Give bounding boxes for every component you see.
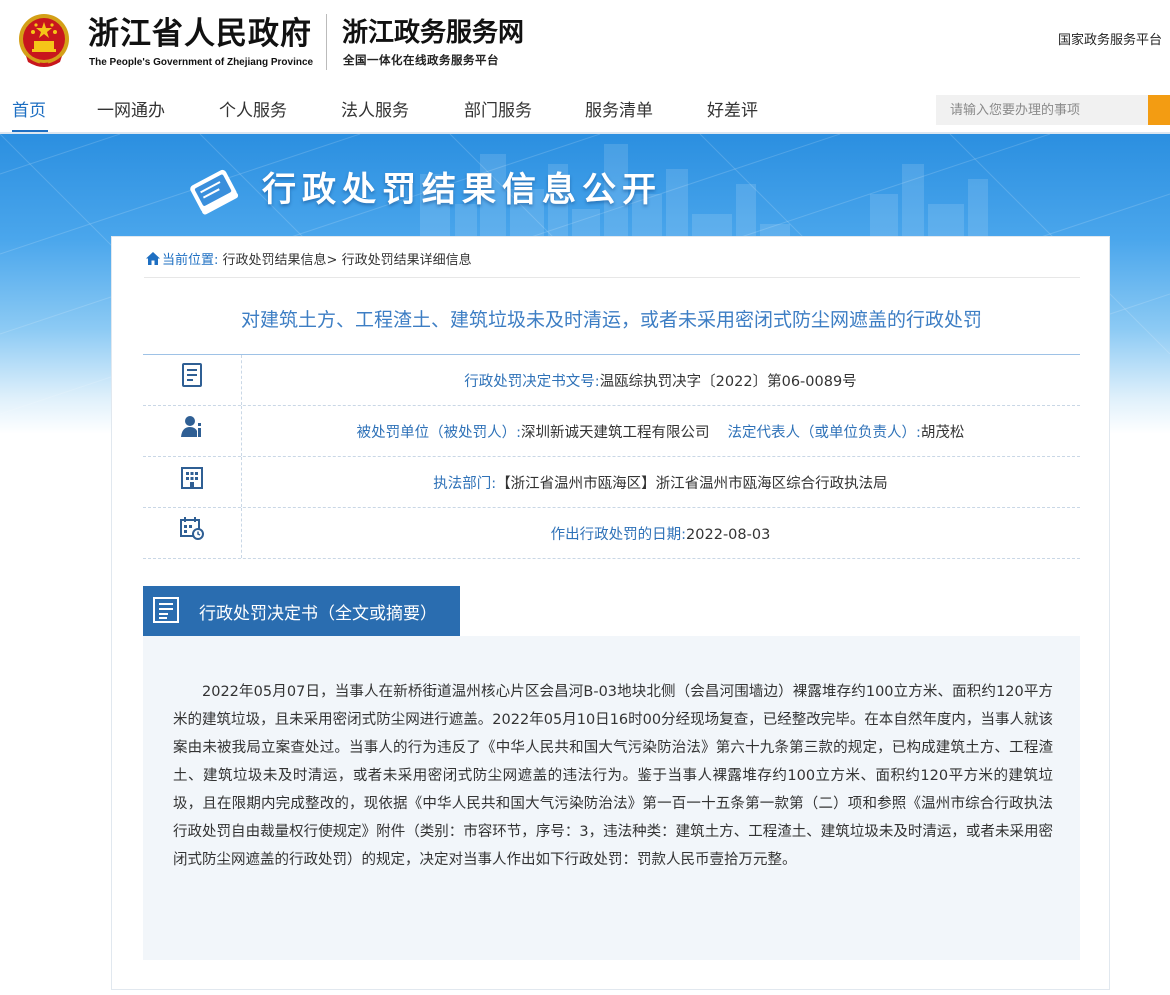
document-title: 对建筑土方、工程渣土、建筑垃圾未及时清运，或者未采用密闭式防尘网遮盖的行政处罚 bbox=[240, 309, 982, 331]
breadcrumb-label: 当前位置: bbox=[162, 253, 219, 268]
nav-item-rating[interactable]: 好差评 bbox=[707, 96, 758, 121]
service-subtitle: 全国一体化在线政务服务平台 bbox=[343, 53, 499, 67]
nav-item-legal-entity[interactable]: 法人服务 bbox=[341, 96, 409, 121]
decision-section-header: 行政处罚决定书（全文或摘要） bbox=[143, 586, 1080, 638]
nav-item-one-stop[interactable]: 一网通办 bbox=[97, 96, 165, 121]
legal-representative-value: 胡茂松 bbox=[920, 425, 965, 441]
decision-section-tab: 行政处罚决定书（全文或摘要） bbox=[143, 586, 460, 636]
person-icon bbox=[181, 416, 201, 437]
decision-content-box: 2022年05月07日，当事人在新桥街道温州核心片区会昌河B-03地块北侧（会昌… bbox=[143, 636, 1080, 960]
nav-item-personal[interactable]: 个人服务 bbox=[219, 96, 287, 121]
document-list-icon bbox=[153, 597, 179, 623]
banner-title: 行政处罚结果信息公开 bbox=[262, 170, 662, 210]
nav-item-department[interactable]: 部门服务 bbox=[464, 96, 532, 121]
decision-date-label: 作出行政处罚的日期: bbox=[550, 527, 687, 543]
breadcrumb-item-results[interactable]: 行政处罚结果信息 bbox=[223, 253, 327, 268]
decision-number-label: 行政处罚决定书文号: bbox=[464, 374, 600, 390]
site-name-en: The People's Government of Zhejiang Prov… bbox=[89, 57, 314, 68]
header-divider bbox=[326, 14, 327, 70]
breadcrumb-divider bbox=[144, 277, 1080, 278]
penalized-party-label: 被处罚单位（被处罚人）: bbox=[356, 425, 521, 441]
content-card: 当前位置: 行政处罚结果信息> 行政处罚结果详细信息 对建筑土方、工程渣土、建筑… bbox=[111, 236, 1110, 990]
national-platform-link[interactable]: 国家政务服务平台 bbox=[1058, 29, 1162, 48]
info-row-enforcement-dept: 执法部门:【浙江省温州市瓯海区】浙江省温州市瓯海区综合行政执法局 bbox=[143, 456, 1080, 507]
search-button[interactable] bbox=[1148, 95, 1170, 125]
search-input[interactable] bbox=[936, 95, 1148, 125]
info-row-decision-number: 行政处罚决定书文号:温瓯综执罚决字〔2022〕第06-0089号 bbox=[143, 354, 1080, 405]
decision-text: 2022年05月07日，当事人在新桥街道温州核心片区会昌河B-03地块北侧（会昌… bbox=[173, 684, 1053, 868]
nav-item-service-list[interactable]: 服务清单 bbox=[585, 96, 653, 121]
enforcement-dept-value: 【浙江省温州市瓯海区】浙江省温州市瓯海区综合行政执法局 bbox=[496, 476, 888, 492]
nav-item-home[interactable]: 首页 bbox=[12, 96, 46, 121]
info-row-penalized-party: 被处罚单位（被处罚人）:深圳新诚天建筑工程有限公司 法定代表人（或单位负责人）:胡… bbox=[143, 405, 1080, 456]
home-icon bbox=[146, 252, 160, 265]
decision-section-title: 行政处罚决定书（全文或摘要） bbox=[199, 604, 437, 624]
info-row-decision-date: 作出行政处罚的日期:2022-08-03 bbox=[143, 507, 1080, 559]
book-icon bbox=[190, 169, 239, 215]
breadcrumb: 当前位置: 行政处罚结果信息> 行政处罚结果详细信息 bbox=[146, 249, 472, 268]
calendar-icon bbox=[180, 517, 204, 540]
document-icon bbox=[182, 363, 202, 387]
building-icon bbox=[181, 467, 203, 489]
service-title[interactable]: 浙江政务服务网 bbox=[342, 16, 524, 50]
penalized-party-value: 深圳新诚天建筑工程有限公司 bbox=[521, 425, 710, 441]
site-header: 浙江省人民政府 The People's Government of Zheji… bbox=[0, 0, 1170, 86]
breadcrumb-separator: > bbox=[326, 253, 338, 268]
decision-number-value: 温瓯综执罚决字〔2022〕第06-0089号 bbox=[599, 374, 857, 390]
national-emblem-icon bbox=[19, 14, 69, 67]
active-nav-underline bbox=[12, 130, 48, 132]
breadcrumb-item-detail[interactable]: 行政处罚结果详细信息 bbox=[342, 253, 472, 268]
info-table: 行政处罚决定书文号:温瓯综执罚决字〔2022〕第06-0089号 被处罚单位（被… bbox=[143, 354, 1080, 559]
decision-date-value: 2022-08-03 bbox=[686, 527, 771, 543]
legal-representative-label: 法定代表人（或单位负责人）: bbox=[727, 425, 921, 441]
enforcement-dept-label: 执法部门: bbox=[433, 476, 497, 492]
site-name-cn[interactable]: 浙江省人民政府 bbox=[88, 14, 312, 54]
